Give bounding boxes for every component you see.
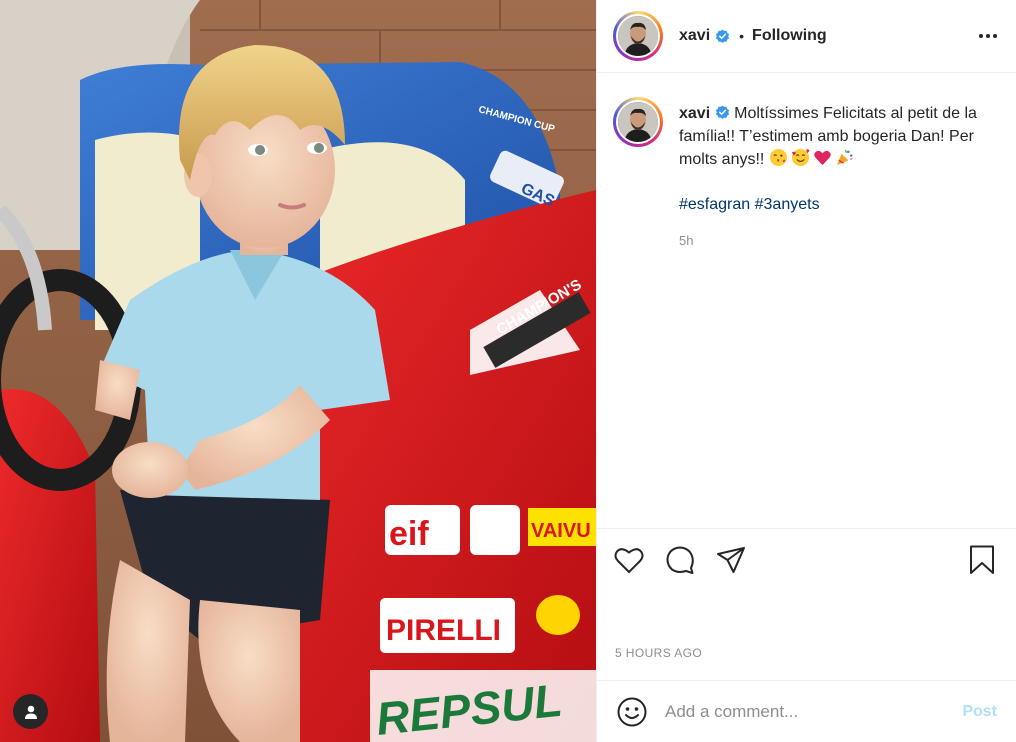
caption-avatar[interactable]: [613, 97, 663, 147]
heart-icon: [614, 547, 644, 573]
likes-area: [597, 590, 1016, 646]
post-photo: CHAMPION'S eif VAIVU PIRELLI REPSUL CHAM…: [0, 0, 596, 742]
more-options-button[interactable]: [976, 24, 1000, 48]
tagged-user-icon: [24, 705, 37, 719]
post-comment-button[interactable]: Post: [962, 703, 997, 721]
comment-form: Post: [597, 680, 1016, 742]
sticker-eif-text: eif: [389, 515, 429, 553]
following-button[interactable]: Following: [752, 27, 827, 45]
post-side-panel: xavi • Following xavi Moltíssimes Felici…: [596, 0, 1016, 742]
caption-hashtags: #esfagran #3anyets: [679, 194, 995, 217]
party-popper-icon: [836, 149, 853, 166]
avatar[interactable]: [613, 11, 663, 61]
sticker-pirelli-text: PIRELLI: [386, 614, 501, 647]
share-icon: [717, 546, 745, 573]
post-header: xavi • Following: [597, 0, 1016, 73]
emoji-picker-button[interactable]: [616, 696, 648, 728]
caption-body: xavi Moltíssimes Felicitats al petit de …: [679, 103, 995, 253]
emoji-smiley-icon: [617, 697, 647, 726]
comments-area: xavi Moltíssimes Felicitats al petit de …: [597, 73, 1016, 528]
share-button[interactable]: [715, 544, 747, 576]
verified-badge-icon: [715, 29, 730, 44]
post-modal: CHAMPION'S eif VAIVU PIRELLI REPSUL CHAM…: [0, 0, 1016, 742]
caption-username[interactable]: xavi: [679, 105, 710, 122]
header-separator: •: [739, 28, 745, 44]
photo-image: CHAMPION'S eif VAIVU PIRELLI REPSUL CHAM…: [0, 0, 596, 742]
post-timestamp[interactable]: 5 HOURS AGO: [597, 646, 1016, 680]
action-bar: [597, 528, 1016, 590]
comment-input[interactable]: [665, 701, 953, 722]
hashtag-link[interactable]: #3anyets: [755, 196, 820, 213]
red-heart-icon: [814, 150, 831, 166]
like-button[interactable]: [613, 544, 645, 576]
sticker-vaivu-text: VAIVU: [531, 520, 591, 542]
verified-badge-icon: [715, 105, 730, 120]
caption: xavi Moltíssimes Felicitats al petit de …: [613, 97, 1000, 253]
comment-icon: [666, 546, 694, 574]
caption-avatar-image: [618, 102, 658, 142]
hashtag-link[interactable]: #esfagran: [679, 196, 750, 213]
avatar-image: [618, 16, 658, 56]
comment-button[interactable]: [664, 544, 696, 576]
save-button[interactable]: [966, 544, 998, 576]
smiling-face-with-hearts-icon: [791, 148, 810, 167]
caption-timestamp[interactable]: 5h: [679, 230, 995, 253]
more-options-icon: [979, 34, 997, 38]
tagged-user-button[interactable]: [13, 694, 48, 729]
header-username[interactable]: xavi: [679, 27, 710, 45]
face-blowing-kiss-icon: [769, 148, 787, 167]
bookmark-icon: [970, 545, 994, 574]
